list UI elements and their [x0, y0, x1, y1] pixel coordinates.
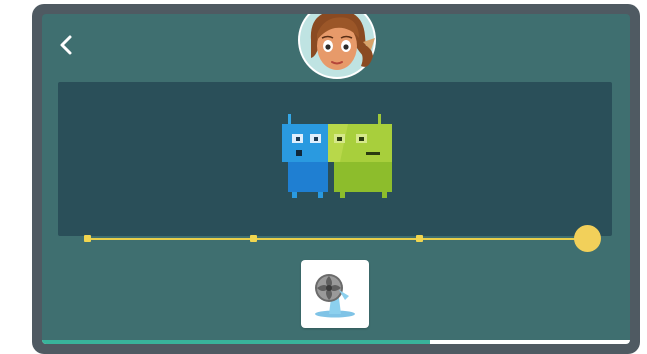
timeline-track [84, 238, 589, 240]
timeline-point[interactable] [84, 235, 91, 242]
two-robots-illustration [282, 112, 396, 204]
back-button[interactable] [52, 30, 82, 60]
timeline-point[interactable] [250, 235, 257, 242]
item-card-fan[interactable] [301, 260, 369, 328]
scene-panel [58, 82, 612, 236]
chevron-left-icon [60, 35, 72, 55]
timeline-point[interactable] [416, 235, 423, 242]
timeline-slider[interactable] [76, 219, 606, 259]
device-frame [32, 4, 640, 354]
app-screen [42, 14, 630, 344]
desk-fan-icon [315, 274, 355, 318]
character-avatar [297, 14, 377, 80]
lesson-progress-bar [42, 340, 630, 344]
timeline-handle[interactable] [574, 225, 601, 252]
lesson-progress-fill [42, 340, 431, 344]
